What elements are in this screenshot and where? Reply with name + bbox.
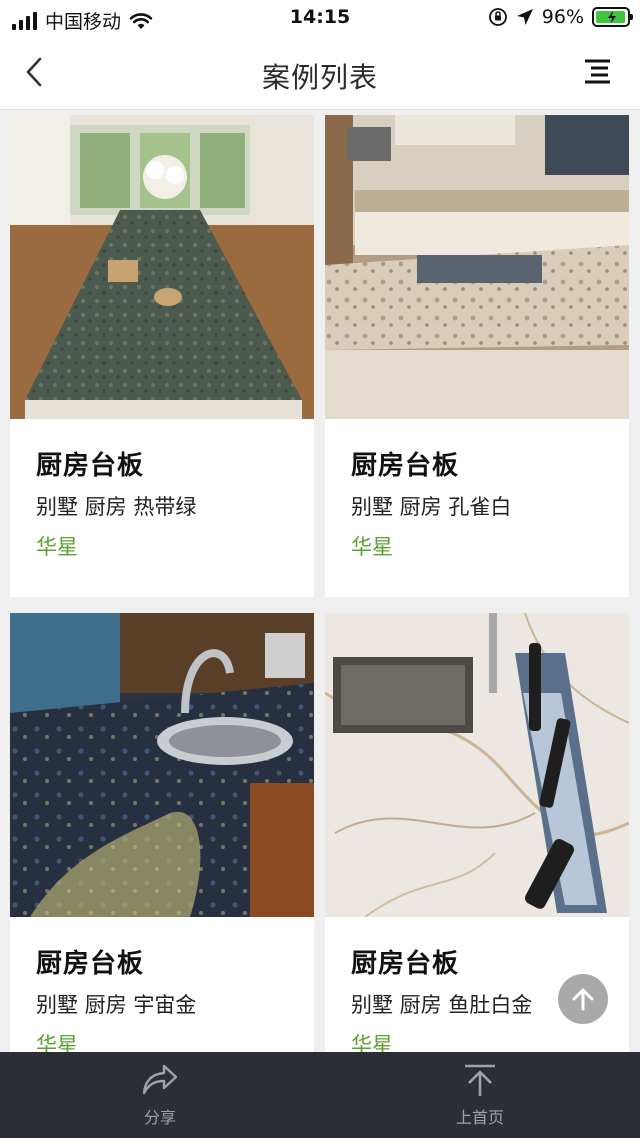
menu-button[interactable] [584, 58, 612, 86]
charging-bolt-icon [608, 11, 616, 23]
arrow-up-icon [572, 988, 594, 1011]
case-brand: 华星 [36, 535, 78, 559]
case-image [325, 613, 629, 917]
back-to-top-label: 上首页 [455, 1108, 504, 1127]
case-card[interactable]: 厨房台板 别墅 厨房 孔雀白 华星 [325, 115, 629, 597]
case-image [10, 115, 314, 419]
case-title: 厨房台板 [351, 949, 460, 979]
status-bar: 中国移动 14:15 96% [0, 0, 640, 36]
back-to-top-icon [465, 1064, 495, 1096]
case-title: 厨房台板 [351, 451, 460, 481]
navigation-bar: 案例列表 [0, 36, 640, 110]
location-arrow-icon [516, 9, 533, 25]
scroll-to-top-button[interactable] [558, 974, 608, 1024]
status-right: 96% [488, 6, 633, 28]
share-label: 分享 [143, 1108, 176, 1127]
share-button[interactable]: 分享 [100, 1062, 220, 1128]
case-image [10, 613, 314, 917]
case-brand: 华星 [351, 535, 393, 559]
orientation-lock-icon [488, 8, 507, 26]
case-brand: 华星 [351, 1033, 393, 1052]
battery-level-fill [596, 11, 625, 23]
case-tags: 别墅 厨房 鱼肚白金 [351, 993, 533, 1017]
menu-icon [585, 59, 610, 84]
case-brand: 华星 [36, 1033, 78, 1052]
case-title: 厨房台板 [36, 949, 145, 979]
page-title: 案例列表 [261, 61, 378, 94]
battery-percentage: 96% [541, 6, 584, 28]
case-tags: 别墅 厨房 热带绿 [36, 495, 197, 519]
battery-icon [592, 7, 633, 27]
case-card[interactable]: 厨房台板 别墅 厨房 热带绿 华星 [10, 115, 314, 597]
case-tags: 别墅 厨房 孔雀白 [351, 495, 512, 519]
case-image [325, 115, 629, 419]
share-arrow-icon [142, 1064, 178, 1095]
case-card[interactable]: 厨房台板 别墅 厨房 宇宙金 华星 [10, 613, 314, 1052]
bottom-bar: 分享 上首页 [0, 1052, 640, 1138]
case-tags: 别墅 厨房 宇宙金 [36, 993, 197, 1017]
case-list: 厨房台板 别墅 厨房 热带绿 华星 厨房台板 别墅 厨房 孔雀白 华星 厨房台板… [0, 111, 640, 1052]
case-title: 厨房台板 [36, 451, 145, 481]
back-to-top-button[interactable]: 上首页 [420, 1062, 540, 1128]
